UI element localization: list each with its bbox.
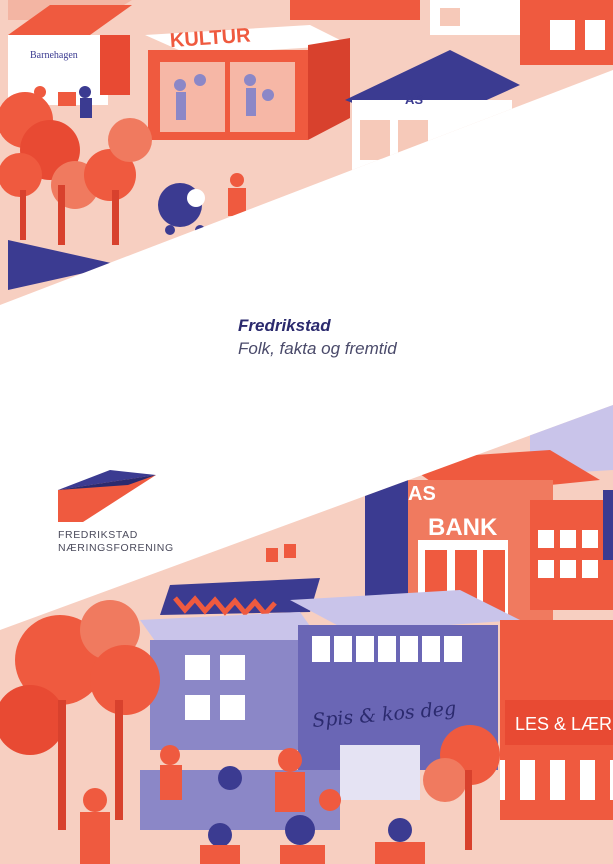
organization-line2: NÆRINGSFORENING <box>58 542 174 554</box>
organization-name: FREDRIKSTAD NÆRINGSFORENING <box>58 529 174 555</box>
title-block: Fredrikstad Folk, fakta og fremtid <box>238 316 397 360</box>
as-top-sign: AS <box>405 92 423 107</box>
top-illustration: Barnehagen KULTUR AS AS BANK Spis & kos … <box>0 0 613 864</box>
bookstore-sign: LES & LÆR <box>515 714 612 734</box>
page-subtitle: Folk, fakta og fremtid <box>238 339 397 358</box>
naeringsforening-logo-icon <box>58 470 156 522</box>
cover-page: Barnehagen KULTUR AS AS BANK Spis & kos … <box>0 0 613 864</box>
organization-line1: FREDRIKSTAD <box>58 529 138 541</box>
page-title: Fredrikstad <box>238 316 331 335</box>
as-bottom-sign: AS <box>408 483 436 505</box>
barnehagen-sign: Barnehagen <box>30 50 78 61</box>
bank-sign: BANK <box>428 514 498 541</box>
